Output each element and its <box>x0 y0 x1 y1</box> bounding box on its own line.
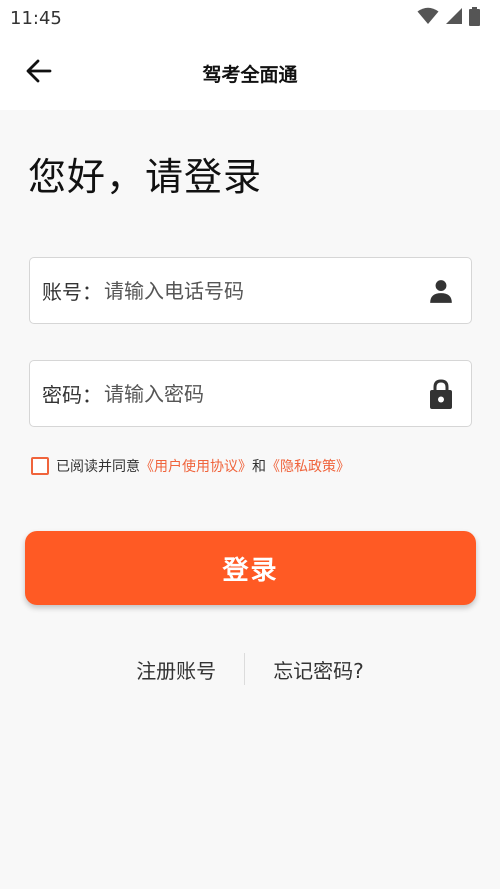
app-bar: 驾考全面通 <box>0 36 500 110</box>
account-label: 账号： <box>42 280 102 304</box>
password-input[interactable] <box>104 381 427 406</box>
signal-icon <box>445 7 463 29</box>
user-agreement-link[interactable]: 《用户使用协议》 <box>140 456 252 476</box>
status-bar: 11:45 <box>0 0 500 36</box>
wifi-icon <box>417 7 439 29</box>
arrow-left-icon <box>26 59 52 87</box>
back-button[interactable] <box>22 56 56 90</box>
forgot-password-link[interactable]: 忘记密码? <box>273 655 364 684</box>
password-field[interactable]: 密码： <box>29 360 472 427</box>
status-time: 11:45 <box>10 7 62 29</box>
lock-icon <box>427 378 455 410</box>
password-label: 密码： <box>42 383 102 407</box>
login-button[interactable]: 登录 <box>25 531 476 605</box>
privacy-policy-link[interactable]: 《隐私政策》 <box>266 456 350 476</box>
person-icon <box>427 275 455 307</box>
account-field[interactable]: 账号： <box>29 257 472 324</box>
bottom-links: 注册账号 忘记密码? <box>0 652 500 686</box>
battery-icon <box>469 6 480 30</box>
link-divider <box>244 653 246 685</box>
agreement-row: 已阅读并同意 《用户使用协议》 和 《隐私政策》 <box>31 456 350 476</box>
register-link[interactable]: 注册账号 <box>136 655 216 684</box>
agreement-prefix: 已阅读并同意 <box>56 459 140 475</box>
agreement-checkbox[interactable] <box>31 457 49 475</box>
status-icons <box>417 6 480 30</box>
page-title: 您好，请登录 <box>28 155 263 199</box>
app-title: 驾考全面通 <box>202 63 298 86</box>
agreement-conjunction: 和 <box>252 459 266 475</box>
account-input[interactable] <box>104 278 427 303</box>
